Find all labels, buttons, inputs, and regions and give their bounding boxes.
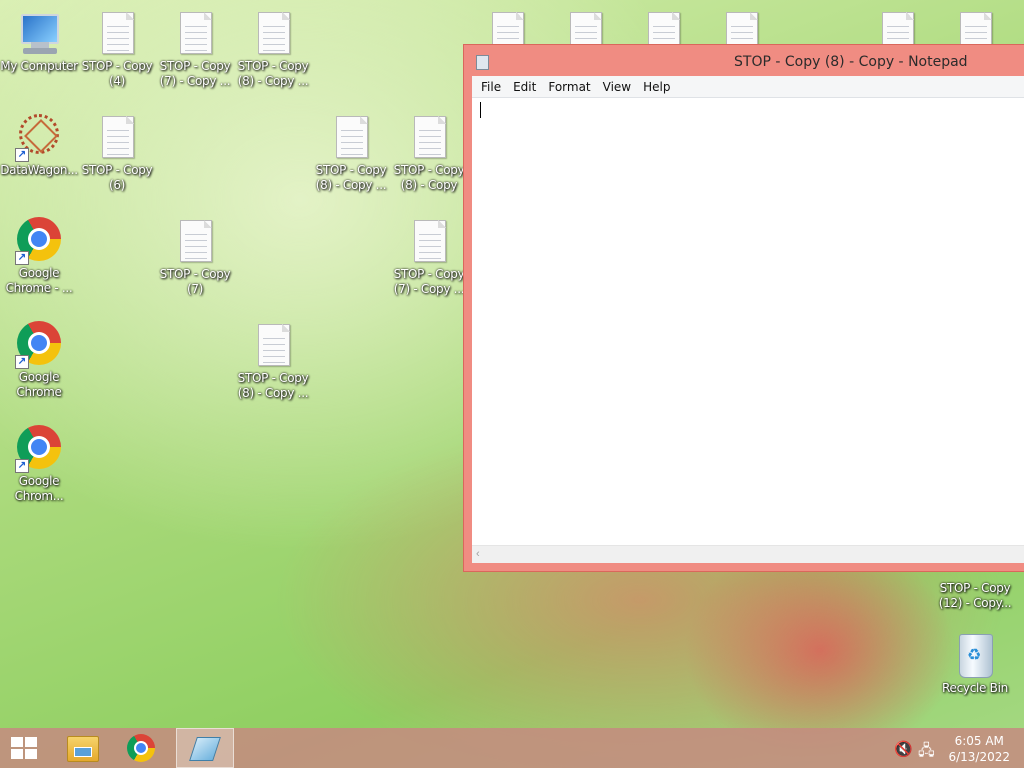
desktop-icon-label: Google Chrome - ... <box>5 266 73 295</box>
desktop-icon-text-file[interactable]: STOP - Copy (7) - Copy ... <box>390 218 468 297</box>
scroll-left-arrow-icon[interactable]: ‹ <box>476 548 480 560</box>
text-file-icon <box>171 10 219 58</box>
desktop-icon-text-file[interactable]: STOP - Copy (8) - Copy ... <box>234 322 312 401</box>
text-file-icon <box>249 10 297 58</box>
text-caret <box>480 102 481 118</box>
text-file-icon <box>93 10 141 58</box>
desktop-icon-label: STOP - Copy (12) - Copy... <box>938 581 1012 610</box>
file-explorer-icon <box>67 736 99 762</box>
shortcut-arrow-icon: ↗ <box>15 251 29 265</box>
desktop-icon-label: STOP - Copy (7) <box>159 267 231 296</box>
desktop-icon-google-chrome-3[interactable]: ↗ Google Chrom... <box>0 425 78 504</box>
text-file-icon <box>93 114 141 162</box>
desktop-icon-label: Google Chrome <box>16 370 62 399</box>
text-file-icon <box>171 218 219 266</box>
desktop-icon-label: Google Chrom... <box>14 474 64 503</box>
recycle-bin-icon <box>951 632 999 680</box>
desktop-icon-label: STOP - Copy (8) - Copy ... <box>315 163 387 192</box>
windows-logo-icon <box>11 737 38 759</box>
clock-time: 6:05 AM <box>954 734 1004 748</box>
desktop-icon-label: STOP - Copy (8) - Copy ... <box>237 59 309 88</box>
desktop-icon-google-chrome-2[interactable]: ↗ Google Chrome <box>0 321 78 400</box>
clock[interactable]: 6:05 AM 6/13/2022 <box>948 733 1010 765</box>
desktop-icon-google-chrome-1[interactable]: ↗ Google Chrome - ... <box>0 217 78 296</box>
window-titlebar[interactable]: STOP - Copy (8) - Copy - Notepad <box>464 45 1024 77</box>
taskbar-file-explorer[interactable] <box>52 728 110 768</box>
shortcut-arrow-icon: ↗ <box>15 148 29 162</box>
chrome-icon <box>127 734 155 762</box>
desktop-icon-my-computer[interactable]: My Computer <box>0 10 78 74</box>
system-tray: 🔇 🖧 6:05 AM 6/13/2022 <box>884 728 1024 768</box>
notepad-app-icon[interactable] <box>476 55 489 70</box>
desktop-icon-label: STOP - Copy (7) - Copy ... <box>159 59 231 88</box>
desktop-icon-text-file[interactable]: STOP - Copy (7) <box>156 218 234 297</box>
notepad-client-area: File Edit Format View Help ‹ <box>472 76 1024 563</box>
desktop-icon-text-file[interactable]: STOP - Copy (8) - Copy <box>390 114 468 193</box>
text-file-icon <box>405 114 453 162</box>
computer-icon <box>15 10 63 58</box>
network-icon[interactable]: 🖧 <box>918 740 935 765</box>
menu-edit[interactable]: Edit <box>507 80 542 94</box>
menu-view[interactable]: View <box>597 80 637 94</box>
taskbar: 🔇 🖧 6:05 AM 6/13/2022 <box>0 728 1024 768</box>
desktop-icon-text-file[interactable]: STOP - Copy (4) <box>78 10 156 89</box>
text-file-icon <box>249 322 297 370</box>
notepad-window: STOP - Copy (8) - Copy - Notepad File Ed… <box>463 44 1024 572</box>
text-editor-area[interactable] <box>472 98 1024 546</box>
desktop-icon-label: STOP - Copy (4) <box>81 59 153 88</box>
desktop-icon-text-file[interactable]: STOP - Copy (6) <box>78 114 156 193</box>
chrome-icon: ↗ <box>15 217 63 265</box>
desktop-icon-label: My Computer <box>0 59 78 73</box>
text-file-icon <box>405 218 453 266</box>
text-file-icon <box>327 114 375 162</box>
desktop-icon-recycle-bin[interactable]: Recycle Bin <box>936 632 1014 696</box>
menu-help[interactable]: Help <box>637 80 676 94</box>
desktop-icon-label: DataWagon... <box>0 163 78 177</box>
desktop-icon-text-file[interactable]: STOP - Copy (8) - Copy ... <box>312 114 390 193</box>
desktop-icon-text-file[interactable]: STOP - Copy (8) - Copy ... <box>234 10 312 89</box>
shortcut-arrow-icon: ↗ <box>15 355 29 369</box>
window-title: STOP - Copy (8) - Copy - Notepad <box>734 54 968 70</box>
menu-bar: File Edit Format View Help <box>472 76 1024 98</box>
menu-format[interactable]: Format <box>542 80 596 94</box>
chrome-icon: ↗ <box>15 425 63 473</box>
chrome-icon: ↗ <box>15 321 63 369</box>
horizontal-scrollbar[interactable]: ‹ <box>472 545 1024 563</box>
desktop-icon-label: Recycle Bin <box>942 681 1008 695</box>
shortcut-arrow-icon: ↗ <box>15 459 29 473</box>
desktop-icon-label: STOP - Copy (7) - Copy ... <box>393 267 465 296</box>
menu-file[interactable]: File <box>475 80 507 94</box>
taskbar-chrome[interactable] <box>114 728 172 768</box>
volume-muted-icon[interactable]: 🔇 <box>894 740 913 758</box>
clock-date: 6/13/2022 <box>948 750 1010 764</box>
desktop-icon-label: STOP - Copy (8) - Copy <box>393 163 465 192</box>
start-button[interactable] <box>0 728 48 768</box>
desktop-icon-datawagon[interactable]: ↗ DataWagon... <box>0 114 78 178</box>
desktop-icon-text-file[interactable]: STOP - Copy (7) - Copy ... <box>156 10 234 89</box>
desktop-icon-label: STOP - Copy (6) <box>81 163 153 192</box>
datawagon-logo-icon: ↗ <box>15 114 63 162</box>
desktop-icon-label: STOP - Copy (8) - Copy ... <box>237 371 309 400</box>
taskbar-notepad[interactable] <box>176 728 234 768</box>
notepad-icon <box>189 737 221 761</box>
